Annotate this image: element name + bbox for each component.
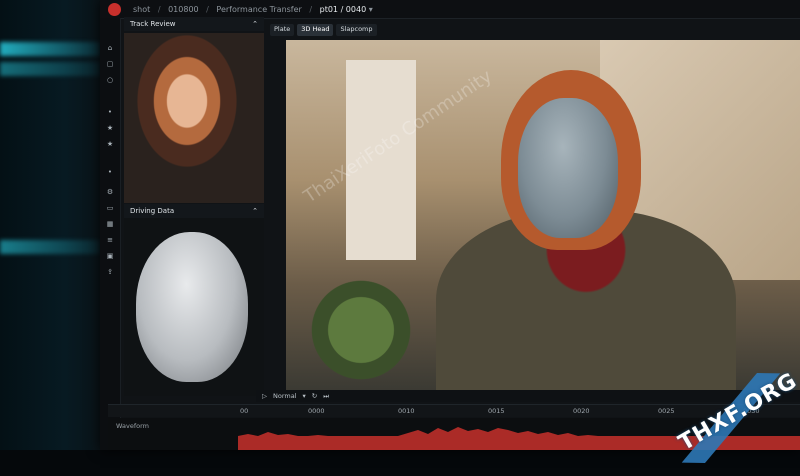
chevron-up-icon[interactable]: ⌃ [252, 20, 258, 28]
3d-head-overlay [518, 98, 618, 238]
star-icon[interactable]: ★ [106, 140, 114, 148]
tab-3d-head[interactable]: 3D Head [297, 24, 334, 36]
driving-data-header: Driving Data ⌃ [124, 204, 264, 218]
home-icon[interactable]: ⌂ [106, 44, 114, 52]
list-icon[interactable]: ≡ [106, 236, 114, 244]
left-toolbar: ⌂ ▢ ○ • ★ ★ • ⚙ ▭ ▦ ≡ ▣ ⇪ [100, 18, 121, 450]
loop-icon[interactable]: ↻ [312, 392, 317, 400]
track-review-header: Track Review ⌃ [124, 17, 264, 31]
breadcrumb-current[interactable]: pt01 / 0040 [320, 5, 367, 14]
breadcrumb-item[interactable]: 010800 [168, 5, 199, 14]
plant [306, 270, 416, 390]
3d-face-mask [136, 232, 248, 382]
left-background [0, 0, 108, 450]
light-stripe [0, 62, 100, 76]
panel-title[interactable]: Track Review [130, 20, 176, 28]
camera-icon[interactable]: ▣ [106, 252, 114, 260]
layers-icon[interactable]: ▢ [106, 60, 114, 68]
playback-mode[interactable]: Normal [273, 392, 297, 400]
pin-icon[interactable]: • [106, 108, 114, 116]
search-icon[interactable]: ○ [106, 76, 114, 84]
tick-label: 00 [240, 407, 249, 415]
main-viewport[interactable] [286, 40, 800, 390]
star-icon[interactable]: ★ [106, 124, 114, 132]
folder-icon[interactable]: ▭ [106, 204, 114, 212]
dot-icon[interactable]: • [106, 168, 114, 176]
viewer-tabs: Plate 3D Head Slapcomp [270, 24, 377, 36]
export-icon[interactable]: ⇪ [106, 268, 114, 276]
tick-label: 0000 [308, 407, 325, 415]
grid-icon[interactable]: ▦ [106, 220, 114, 228]
breadcrumb-item[interactable]: shot [133, 5, 150, 14]
track-review-video[interactable] [124, 33, 264, 203]
tab-plate[interactable]: Plate [270, 24, 295, 36]
chevron-down-icon[interactable]: ▾ [369, 5, 373, 14]
tick-label: 0015 [488, 407, 505, 415]
light-stripe [0, 240, 100, 254]
tick-label: 0025 [658, 407, 675, 415]
breadcrumb: shot / 010800 / Performance Transfer / p… [133, 4, 373, 14]
light-stripe [0, 42, 100, 56]
breadcrumb-item[interactable]: Performance Transfer [216, 5, 301, 14]
tick-label: 0010 [398, 407, 415, 415]
step-icon[interactable]: ⏭ [323, 392, 329, 401]
chevron-up-icon[interactable]: ⌃ [252, 207, 258, 215]
settings-icon[interactable]: ⚙ [106, 188, 114, 196]
panel-title[interactable]: Driving Data [130, 207, 174, 215]
tick-label: 0020 [573, 407, 590, 415]
tab-slapcomp[interactable]: Slapcomp [336, 24, 377, 36]
app-logo[interactable] [108, 2, 121, 16]
play-icon[interactable]: ▷ [262, 392, 267, 400]
driving-data-view[interactable] [124, 218, 264, 396]
chevron-down-icon[interactable]: ▾ [303, 392, 306, 400]
